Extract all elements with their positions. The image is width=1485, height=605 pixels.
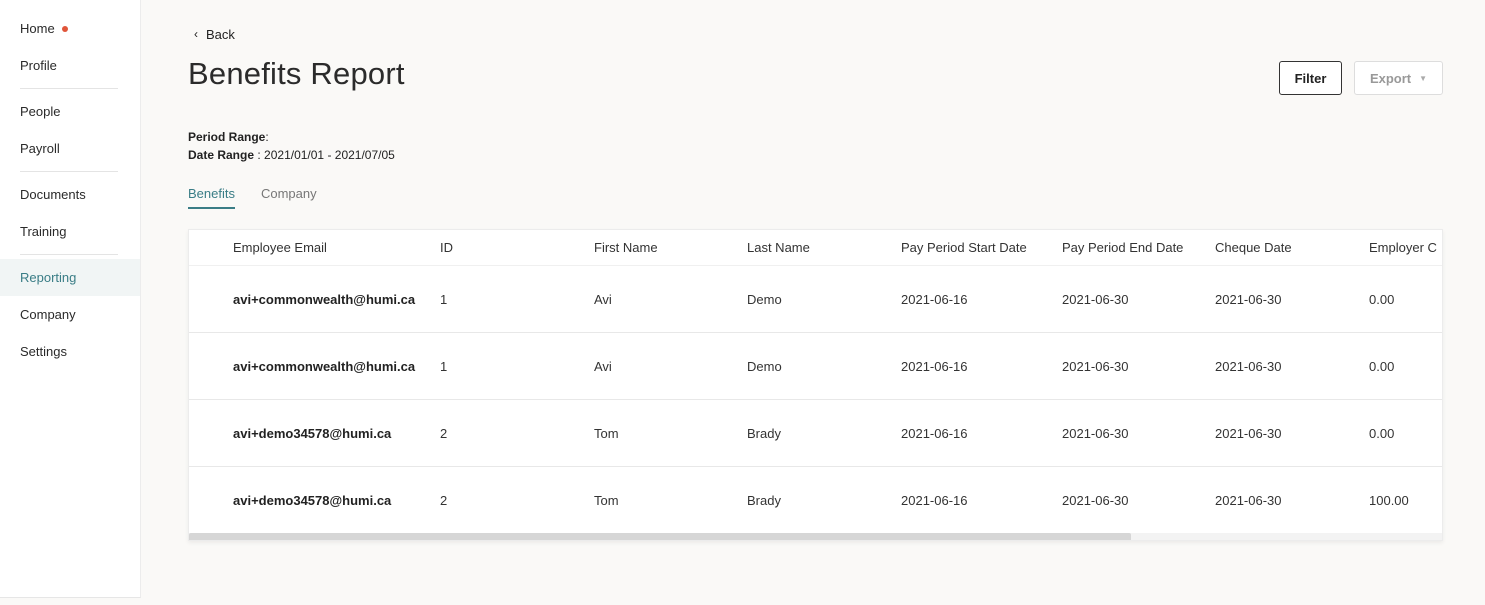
- table-cell: Demo: [747, 358, 782, 374]
- sidebar-item-people[interactable]: People: [0, 93, 140, 130]
- report-table: Employee Email ID First Name Last Name P…: [188, 229, 1443, 541]
- table-cell: 0.00: [1369, 358, 1395, 374]
- table-cell: 100.00: [1369, 492, 1409, 508]
- column-header[interactable]: Pay Period Start Date: [901, 230, 1027, 265]
- table-cell: Brady: [747, 425, 781, 441]
- sidebar-item-label: Settings: [20, 344, 67, 359]
- column-header[interactable]: First Name: [594, 230, 658, 265]
- table-cell: Avi: [594, 358, 612, 374]
- page-title: Benefits Report: [188, 56, 405, 91]
- table-header: Employee Email ID First Name Last Name P…: [189, 230, 1442, 266]
- sidebar-item-settings[interactable]: Settings: [0, 333, 140, 370]
- export-label: Export: [1369, 70, 1412, 86]
- table-row[interactable]: avi+commonwealth@humi.ca 1 Avi Demo 2021…: [189, 266, 1442, 333]
- period-range-label: Period Range: [188, 130, 266, 144]
- tab-benefits[interactable]: Benefits: [188, 186, 235, 209]
- table-cell: 2021-06-16: [901, 425, 968, 441]
- sidebar-item-label: Training: [20, 224, 67, 239]
- sidebar-item-label: Home: [20, 21, 55, 36]
- back-label: Back: [206, 27, 235, 42]
- column-header[interactable]: Employee Email: [233, 230, 327, 265]
- sidebar: Home Profile People Payroll Documents Tr…: [0, 0, 141, 598]
- table-cell: 2: [440, 492, 448, 508]
- sidebar-item-label: Profile: [20, 58, 57, 73]
- sidebar-item-reporting[interactable]: Reporting: [0, 259, 140, 296]
- table-cell: avi+demo34578@humi.ca: [233, 492, 392, 508]
- table-cell: Avi: [594, 291, 612, 307]
- sidebar-item-payroll[interactable]: Payroll: [0, 130, 140, 167]
- table-cell: Brady: [747, 492, 781, 508]
- table-cell: 1: [440, 358, 448, 374]
- table-cell: avi+commonwealth@humi.ca: [233, 358, 416, 374]
- sidebar-divider: [20, 171, 118, 172]
- table-cell: 2021-06-16: [901, 358, 968, 374]
- table-cell: 2021-06-16: [901, 492, 968, 508]
- sidebar-item-profile[interactable]: Profile: [0, 47, 140, 84]
- report-meta: Period Range: Date Range : 2021/01/01 - …: [188, 128, 395, 164]
- notification-dot-icon: [61, 25, 68, 32]
- sidebar-item-label: Payroll: [20, 141, 60, 156]
- column-header[interactable]: Last Name: [747, 230, 810, 265]
- table-cell: avi+demo34578@humi.ca: [233, 425, 392, 441]
- date-range-value: 2021/01/01 - 2021/07/05: [264, 148, 395, 162]
- table-cell: 2021-06-30: [1215, 425, 1282, 441]
- main-content: ‹ Back Benefits Report Filter Export ▼ P…: [142, 0, 1485, 605]
- tab-company[interactable]: Company: [261, 186, 317, 209]
- table-cell: Demo: [747, 291, 782, 307]
- table-cell: avi+commonwealth@humi.ca: [233, 291, 416, 307]
- table-row[interactable]: avi+commonwealth@humi.ca 1 Avi Demo 2021…: [189, 333, 1442, 400]
- table-cell: 0.00: [1369, 425, 1395, 441]
- table-cell: 2021-06-30: [1215, 291, 1282, 307]
- sidebar-divider: [20, 254, 118, 255]
- table-row[interactable]: avi+demo34578@humi.ca 2 Tom Brady 2021-0…: [189, 467, 1442, 534]
- sidebar-item-company[interactable]: Company: [0, 296, 140, 333]
- horizontal-scrollbar[interactable]: [189, 533, 1442, 540]
- table-cell: Tom: [594, 492, 619, 508]
- sidebar-item-label: Company: [20, 307, 76, 322]
- column-header[interactable]: Pay Period End Date: [1062, 230, 1183, 265]
- period-range: Period Range:: [188, 130, 269, 144]
- table-cell: 2021-06-30: [1062, 291, 1129, 307]
- sidebar-item-home[interactable]: Home: [0, 10, 140, 47]
- table-cell: 0.00: [1369, 291, 1395, 307]
- sidebar-item-training[interactable]: Training: [0, 213, 140, 250]
- back-link[interactable]: ‹ Back: [194, 26, 235, 43]
- column-header[interactable]: Employer C: [1369, 230, 1437, 265]
- sidebar-divider: [20, 88, 118, 89]
- report-tabs: Benefits Company: [188, 186, 343, 209]
- sidebar-item-label: People: [20, 104, 61, 119]
- table-cell: 2021-06-30: [1215, 492, 1282, 508]
- table-cell: 2021-06-30: [1215, 358, 1282, 374]
- table-cell: Tom: [594, 425, 619, 441]
- table-cell: 2021-06-30: [1062, 492, 1129, 508]
- date-range: Date Range : 2021/01/01 - 2021/07/05: [188, 148, 395, 162]
- filter-button[interactable]: Filter: [1279, 61, 1342, 95]
- table-cell: 2: [440, 425, 448, 441]
- scrollbar-thumb[interactable]: [189, 533, 1131, 540]
- export-button[interactable]: Export ▼: [1354, 61, 1443, 95]
- date-range-label: Date Range: [188, 148, 255, 162]
- chevron-left-icon: ‹: [194, 26, 198, 41]
- table-cell: 2021-06-30: [1062, 425, 1129, 441]
- table-cell: 2021-06-30: [1062, 358, 1129, 374]
- caret-down-icon: ▼: [1419, 73, 1428, 83]
- column-header[interactable]: ID: [440, 230, 453, 265]
- table-cell: 2021-06-16: [901, 291, 968, 307]
- sidebar-item-label: Documents: [20, 187, 86, 202]
- column-header[interactable]: Cheque Date: [1215, 230, 1292, 265]
- table-cell: 1: [440, 291, 448, 307]
- table-row[interactable]: avi+demo34578@humi.ca 2 Tom Brady 2021-0…: [189, 400, 1442, 467]
- sidebar-item-documents[interactable]: Documents: [0, 176, 140, 213]
- sidebar-item-label: Reporting: [20, 270, 77, 285]
